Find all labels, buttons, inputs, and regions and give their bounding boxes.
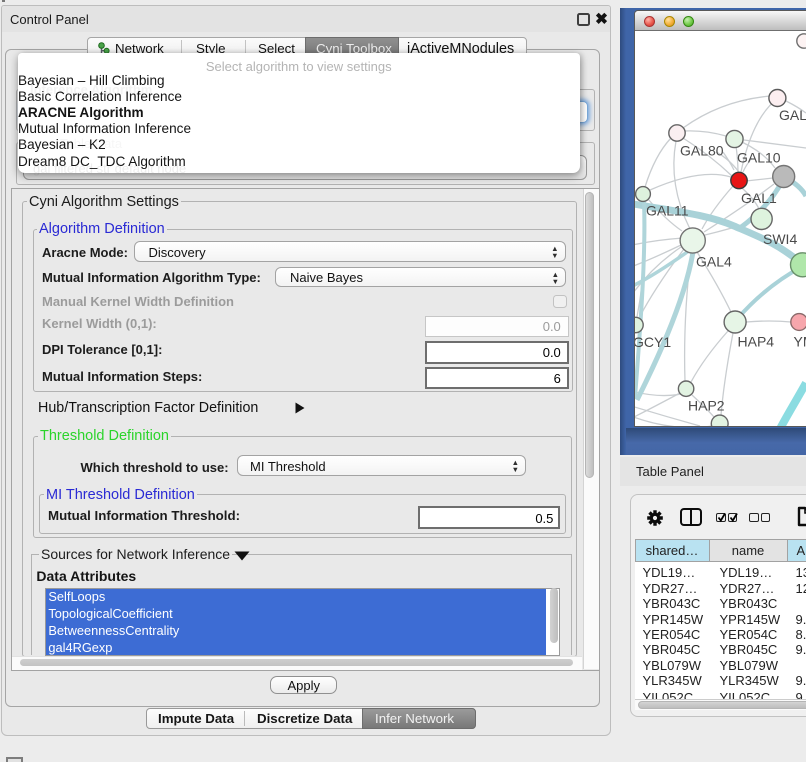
svg-text:GAL10: GAL10 — [737, 150, 781, 166]
svg-text:HAP2: HAP2 — [688, 398, 725, 414]
svg-text:GAL7: GAL7 — [779, 107, 806, 123]
svg-text:HAP4: HAP4 — [738, 334, 775, 350]
svg-text:GAL11: GAL11 — [646, 203, 689, 219]
svg-text:GAL80: GAL80 — [680, 143, 724, 159]
svg-text:GAL1: GAL1 — [741, 190, 777, 206]
svg-text:YMR: YMR — [794, 334, 806, 350]
svg-text:GCY1: GCY1 — [635, 334, 671, 350]
svg-text:SWI4: SWI4 — [763, 231, 797, 247]
svg-text:GAL4: GAL4 — [696, 254, 732, 270]
